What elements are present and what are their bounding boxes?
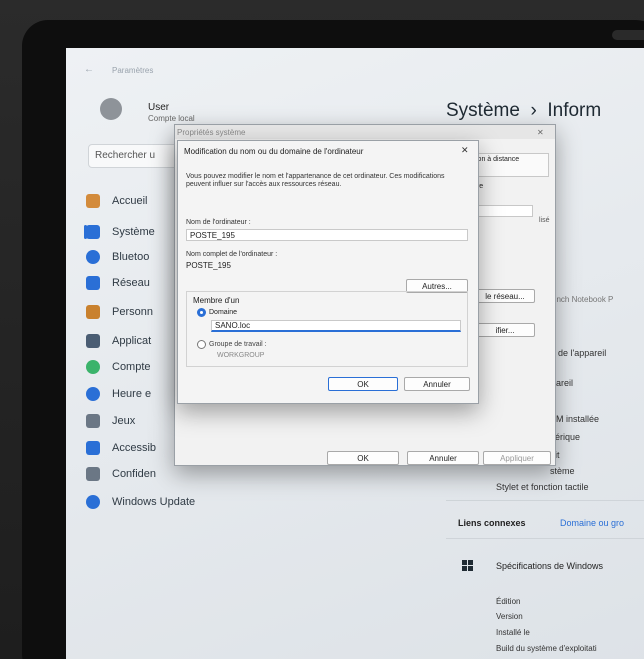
home-icon [86, 194, 100, 208]
settings-app-title: Paramètres [112, 66, 154, 75]
window-title: Propriétés système [177, 128, 246, 137]
divider [446, 538, 644, 539]
nav-item-label: Bluetoo [112, 251, 150, 263]
computer-name-dialog: Modification du nom ou du domaine de l'o… [177, 140, 479, 404]
search-placeholder: Rechercher u [95, 150, 156, 161]
network-id-button[interactable]: le réseau... [475, 289, 535, 303]
tab-label: ion à distance [476, 156, 520, 163]
avatar [100, 98, 122, 120]
laptop-screen: ← Paramètres User Compte local Recherche… [66, 48, 644, 659]
nav-item-heure[interactable]: Heure e [86, 381, 151, 407]
ram-label: AM installée [550, 414, 600, 424]
text-field[interactable] [475, 205, 533, 217]
domain-radio[interactable] [197, 308, 206, 317]
installed-on-label: Installé le [496, 628, 530, 637]
device-model: 6 inch Notebook P [548, 295, 614, 304]
nav-item-label: Accessib [112, 442, 157, 454]
nav-item-label: Jeux [112, 415, 136, 427]
nav-item-applications[interactable]: Applicat [86, 328, 151, 354]
accessibility-icon [86, 441, 100, 455]
workgroup-value: WORKGROUP [217, 352, 265, 359]
nav-item-bluetooth[interactable]: Bluetoo [86, 244, 149, 270]
nav-item-label: Applicat [112, 335, 152, 347]
page-title: Système › Inform [446, 100, 602, 121]
user-account-type: Compte local [148, 114, 195, 123]
nav-item-label: Windows Update [112, 496, 196, 508]
windows-update-icon [86, 495, 100, 509]
os-build-label: Build du système d'exploitati [496, 644, 597, 653]
time-icon [86, 387, 100, 401]
nav-item-accessibilite[interactable]: Accessib [86, 435, 156, 461]
ok-button[interactable]: OK [328, 377, 398, 391]
system-icon [86, 225, 100, 239]
full-name-value: POSTE_195 [186, 261, 231, 270]
accounts-icon [86, 360, 100, 374]
personalization-icon [86, 305, 100, 319]
ok-button[interactable]: OK [327, 451, 399, 465]
nav-item-label: Accueil [112, 195, 148, 207]
gaming-icon [86, 414, 100, 428]
close-icon[interactable]: ✕ [461, 145, 469, 156]
label-partial: lisé [539, 217, 550, 224]
back-arrow-icon[interactable]: ← [84, 64, 94, 75]
network-icon [86, 276, 100, 290]
nav-item-jeux[interactable]: Jeux [86, 408, 135, 434]
system-type-label: stème [550, 466, 575, 476]
divider [446, 500, 644, 501]
user-name: User [148, 102, 170, 113]
pen-touch-label: Stylet et fonction tactile [496, 482, 589, 492]
nav-item-label: Heure e [112, 388, 152, 400]
nav-item-label: Système [112, 226, 155, 238]
nav-item-label: Compte [112, 361, 151, 373]
apply-button[interactable]: Appliquer [483, 451, 551, 465]
apps-icon [86, 334, 100, 348]
domain-input[interactable]: SANO.loc [211, 320, 461, 332]
webcam [612, 30, 644, 40]
nav-item-windows-update[interactable]: Windows Update [86, 489, 195, 515]
full-name-label: Nom complet de l'ordinateur : [186, 251, 278, 258]
nav-item-label: Personn [112, 306, 153, 318]
dialog-description: Vous pouvez modifier le nom et l'apparte… [186, 173, 445, 188]
member-of-label: Membre d'un [193, 296, 240, 305]
nav-item-comptes[interactable]: Compte [86, 354, 151, 380]
close-icon[interactable]: ✕ [537, 128, 544, 137]
nav-item-personnalisation[interactable]: Personn [86, 299, 153, 325]
cancel-button[interactable]: Annuler [407, 451, 479, 465]
nav-item-confidentialite[interactable]: Confiden [86, 461, 156, 487]
nav-item-accueil[interactable]: Accueil [86, 188, 147, 214]
nav-item-label: Confiden [112, 468, 157, 480]
nav-item-reseau[interactable]: Réseau [86, 270, 150, 296]
nav-item-systeme[interactable]: Système [86, 219, 155, 245]
cancel-button[interactable]: Annuler [404, 377, 470, 391]
nav-item-label: Réseau [112, 277, 150, 289]
dialog-title: Modification du nom ou du domaine de l'o… [184, 147, 364, 156]
related-links-label: Liens connexes [458, 518, 526, 528]
workgroup-label: Groupe de travail : [209, 341, 267, 348]
edition-label: Édition [496, 597, 521, 606]
workgroup-radio[interactable] [197, 340, 206, 349]
windows-specs-heading[interactable]: Spécifications de Windows [496, 561, 603, 571]
domain-workgroup-link[interactable]: Domaine ou gro [560, 518, 624, 528]
bluetooth-icon [86, 250, 100, 264]
domain-label: Domaine [209, 309, 238, 316]
member-of-group: Membre d'un Domaine SANO.loc Groupe de t… [186, 291, 468, 367]
change-button[interactable]: ifier... [475, 323, 535, 337]
photo-background: ← Paramètres User Compte local Recherche… [0, 0, 644, 659]
privacy-icon [86, 467, 100, 481]
version-label: Version [496, 612, 523, 621]
windows-logo-icon [462, 560, 474, 572]
computer-name-input[interactable]: POSTE_195 [186, 229, 468, 241]
computer-name-label: Nom de l'ordinateur : [186, 219, 251, 226]
tab-remote[interactable]: ion à distance l [473, 153, 549, 177]
